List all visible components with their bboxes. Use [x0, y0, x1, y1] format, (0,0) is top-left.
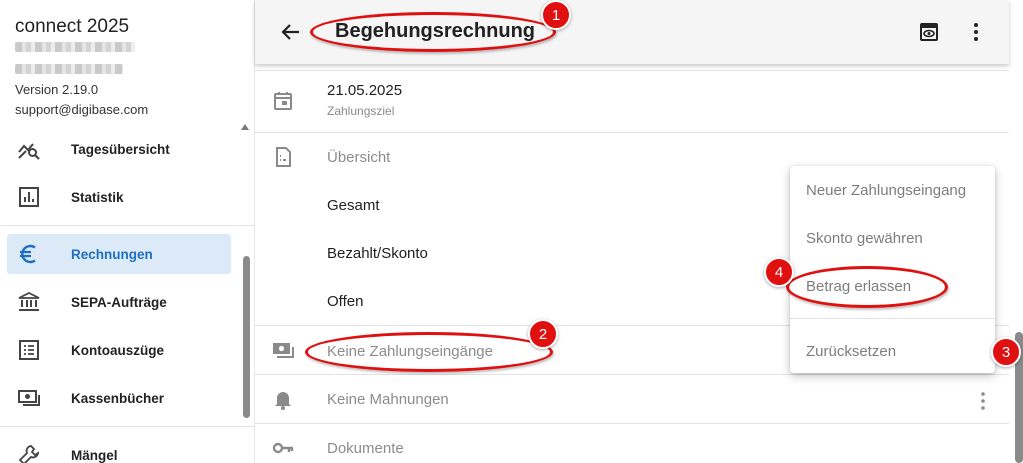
- menu-item-reset[interactable]: Zurücksetzen: [790, 327, 995, 375]
- due-date-value: 21.05.2025: [327, 82, 403, 99]
- version-label: Version 2.19.0: [15, 82, 99, 97]
- sidebar-item-rechnungen[interactable]: Rechnungen: [7, 234, 231, 274]
- arrow-left-icon[interactable]: [279, 20, 303, 44]
- key-icon: [271, 436, 295, 460]
- sidebar-item-sepa-auftraege[interactable]: SEPA-Aufträge: [7, 282, 231, 322]
- scroll-up-arrow-icon[interactable]: [241, 124, 249, 130]
- bar-chart-icon: [9, 177, 49, 217]
- annotation-badge-2: 2: [528, 319, 558, 349]
- sidebar-item-label: Statistik: [71, 189, 124, 205]
- sidebar-item-kassenbuecher[interactable]: Kassenbücher: [7, 378, 231, 418]
- sidebar-item-label: Tagesübersicht: [71, 141, 170, 157]
- menu-item-grant-discount[interactable]: Skonto gewähren: [790, 214, 995, 262]
- sidebar-item-label: Rechnungen: [71, 246, 153, 262]
- more-vert-icon[interactable]: [971, 389, 995, 413]
- due-date-caption: Zahlungsziel: [327, 104, 395, 118]
- chart-search-icon: [9, 129, 49, 169]
- sidebar-divider: [0, 225, 254, 226]
- reminders-row[interactable]: Keine Mahnungen: [255, 375, 1009, 423]
- sidebar-item-tagesuebersicht[interactable]: Tagesübersicht: [7, 129, 231, 169]
- annotation-badge-3: 3: [991, 337, 1021, 367]
- bell-icon: [271, 387, 295, 411]
- menu-item-new-payment[interactable]: Neuer Zahlungseingang: [790, 166, 995, 214]
- sidebar: connect 2025 Version 2.19.0 support@digi…: [0, 0, 255, 463]
- support-email: support@digibase.com: [15, 102, 149, 117]
- reminders-label: Keine Mahnungen: [327, 391, 449, 408]
- menu-divider: [790, 318, 995, 319]
- overview-row-label: Bezahlt/Skonto: [327, 245, 428, 262]
- more-vert-icon[interactable]: [964, 20, 988, 44]
- sidebar-item-label: SEPA-Aufträge: [71, 294, 167, 310]
- page-title: Begehungsrechnung: [335, 20, 536, 42]
- app-window: connect 2025 Version 2.19.0 support@digi…: [0, 0, 1023, 463]
- bank-icon: [9, 282, 49, 322]
- app-title: connect 2025: [15, 16, 130, 37]
- sidebar-item-maengel[interactable]: Mängel: [7, 435, 231, 463]
- receipt-icon: [271, 145, 295, 169]
- documents-row[interactable]: Dokumente: [255, 424, 1009, 463]
- overview-label: Übersicht: [327, 149, 391, 166]
- sidebar-item-kontoauszuege[interactable]: Kontoauszüge: [7, 330, 231, 370]
- sidebar-item-statistik[interactable]: Statistik: [7, 177, 231, 217]
- list-icon: [9, 330, 49, 370]
- blurred-account-line: [15, 42, 135, 52]
- calendar-icon: [271, 89, 295, 113]
- wrench-icon: [9, 435, 49, 463]
- menu-item-waive-amount[interactable]: Betrag erlassen: [790, 262, 995, 310]
- annotation-badge-4: 4: [764, 257, 794, 287]
- documents-label: Dokumente: [327, 440, 404, 457]
- payments-label: Keine Zahlungseingänge: [327, 343, 493, 360]
- blurred-email-line: [15, 64, 123, 74]
- payment-due-row: 21.05.2025 Zahlungsziel: [255, 71, 1009, 132]
- cash-icon: [271, 338, 295, 362]
- annotation-badge-1: 1: [541, 0, 571, 30]
- euro-icon: [9, 234, 49, 274]
- sidebar-item-label: Mängel: [71, 447, 118, 463]
- overview-row-label: Gesamt: [327, 197, 380, 214]
- sidebar-item-label: Kontoauszüge: [71, 342, 164, 358]
- cash-icon: [9, 378, 49, 418]
- app-bar: Begehungsrechnung: [255, 0, 1009, 64]
- overview-row-label: Offen: [327, 293, 364, 310]
- sidebar-scrollbar[interactable]: [243, 256, 250, 418]
- context-menu: Neuer Zahlungseingang Skonto gewähren Be…: [790, 166, 995, 373]
- sidebar-divider: [0, 426, 254, 427]
- eye-preview-icon[interactable]: [917, 20, 941, 44]
- sidebar-item-label: Kassenbücher: [71, 390, 165, 406]
